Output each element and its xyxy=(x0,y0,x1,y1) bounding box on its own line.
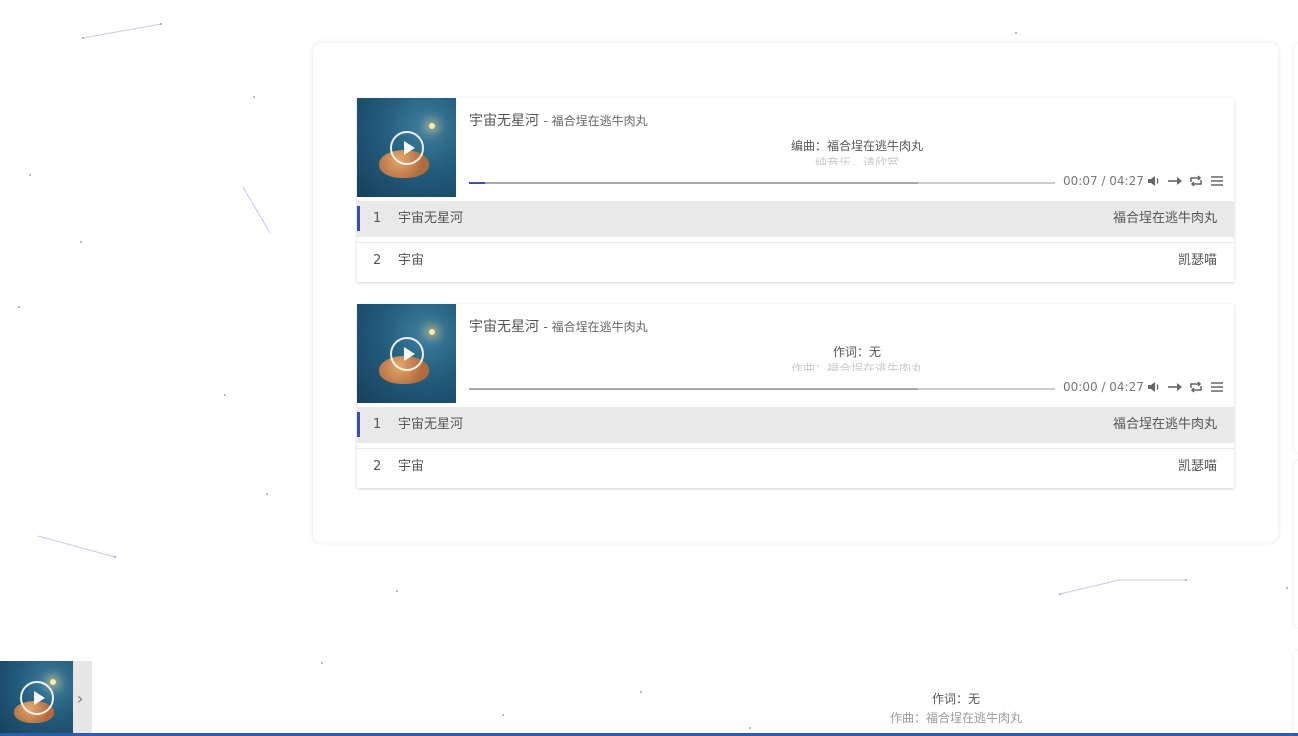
track-name: 宇宙 xyxy=(398,253,425,268)
volume-icon[interactable] xyxy=(1146,379,1162,395)
play-icon[interactable] xyxy=(390,131,424,165)
track-artist: 凯瑟喵 xyxy=(1177,253,1217,268)
play-time: 00:00 / 04:27 xyxy=(1063,380,1144,394)
song-title: 宇宙无星河 - 福合埕在逃牛肉丸 xyxy=(469,316,648,336)
title-text: 宇宙无星河 xyxy=(469,113,539,129)
playlist-item[interactable]: 1 宇宙无星河 福合埕在逃牛肉丸 xyxy=(357,407,1234,443)
track-index: 2 xyxy=(373,253,382,268)
lyric-next: 纯音乐，请欣赏 xyxy=(814,156,899,165)
player-info: 宇宙无星河 - 福合埕在逃牛肉丸 作词：无 作曲：福合埕在逃牛肉丸 00:00 … xyxy=(469,304,1234,403)
track-artist: 福合埕在逃牛肉丸 xyxy=(1112,211,1217,226)
track-index: 1 xyxy=(373,417,382,432)
song-title: 宇宙无星河 - 福合埕在逃牛肉丸 xyxy=(469,110,648,130)
fixed-lyric-next: 作曲：福合埕在逃牛肉丸 xyxy=(889,711,1022,725)
playlist: 1 宇宙无星河 福合埕在逃牛肉丸 2 宇宙 凯瑟喵 xyxy=(357,201,1234,279)
right-panel-edge xyxy=(1294,460,1298,628)
loaded-bar xyxy=(469,388,918,390)
playlist: 1 宇宙无星河 福合埕在逃牛肉丸 2 宇宙 凯瑟喵 xyxy=(357,407,1234,485)
music-player: 宇宙无星河 - 福合埕在逃牛肉丸 作词：无 作曲：福合埕在逃牛肉丸 00:00 … xyxy=(357,304,1234,488)
mini-album-cover[interactable] xyxy=(0,661,73,736)
star-glow xyxy=(429,123,435,129)
mini-switch-button[interactable]: › xyxy=(73,661,92,736)
star-glow xyxy=(50,679,56,685)
progress-bar[interactable] xyxy=(469,388,1055,390)
fixed-lyric-current: 作词：无 xyxy=(931,692,980,706)
track-name: 宇宙无星河 xyxy=(398,417,464,432)
played-bar xyxy=(469,182,485,184)
song-author: - 福合埕在逃牛肉丸 xyxy=(543,114,648,128)
play-time: 00:07 / 04:27 xyxy=(1063,174,1144,188)
order-icon[interactable] xyxy=(1167,379,1183,395)
music-player: 宇宙无星河 - 福合埕在逃牛肉丸 编曲：福合埕在逃牛肉丸 纯音乐，请欣赏 00:… xyxy=(357,98,1234,282)
play-icon[interactable] xyxy=(390,337,424,371)
play-icon[interactable] xyxy=(20,681,54,715)
track-index: 2 xyxy=(373,459,382,474)
progress-bar[interactable] xyxy=(469,182,1055,184)
menu-icon[interactable] xyxy=(1209,173,1225,189)
chevron-right-icon: › xyxy=(77,689,84,708)
player-info: 宇宙无星河 - 福合埕在逃牛肉丸 编曲：福合埕在逃牛肉丸 纯音乐，请欣赏 00:… xyxy=(469,98,1234,197)
playlist-item[interactable]: 2 宇宙 凯瑟喵 xyxy=(357,242,1234,279)
track-artist: 凯瑟喵 xyxy=(1177,459,1217,474)
right-panel-edge xyxy=(1294,650,1298,736)
track-artist: 福合埕在逃牛肉丸 xyxy=(1112,417,1217,432)
playlist-item[interactable]: 1 宇宙无星河 福合埕在逃牛肉丸 xyxy=(357,201,1234,237)
loop-icon[interactable] xyxy=(1188,173,1204,189)
song-author: - 福合埕在逃牛肉丸 xyxy=(543,320,648,334)
right-panel-edge xyxy=(1294,43,1298,453)
loop-icon[interactable] xyxy=(1188,379,1204,395)
album-cover[interactable] xyxy=(357,98,456,197)
track-name: 宇宙无星河 xyxy=(398,211,464,226)
menu-icon[interactable] xyxy=(1209,379,1225,395)
title-text: 宇宙无星河 xyxy=(469,319,539,335)
lyric-current: 编曲：福合埕在逃牛肉丸 xyxy=(790,139,923,153)
lyric-current: 作词：无 xyxy=(832,345,881,359)
star-glow xyxy=(429,329,435,335)
track-index: 1 xyxy=(373,211,382,226)
volume-icon[interactable] xyxy=(1146,173,1162,189)
lyric-next: 作曲：福合埕在逃牛肉丸 xyxy=(790,362,923,371)
playlist-item[interactable]: 2 宇宙 凯瑟喵 xyxy=(357,448,1234,485)
fixed-mini-player: › xyxy=(0,661,92,736)
album-cover[interactable] xyxy=(357,304,456,403)
track-name: 宇宙 xyxy=(398,459,425,474)
order-icon[interactable] xyxy=(1167,173,1183,189)
loaded-bar xyxy=(469,182,918,184)
